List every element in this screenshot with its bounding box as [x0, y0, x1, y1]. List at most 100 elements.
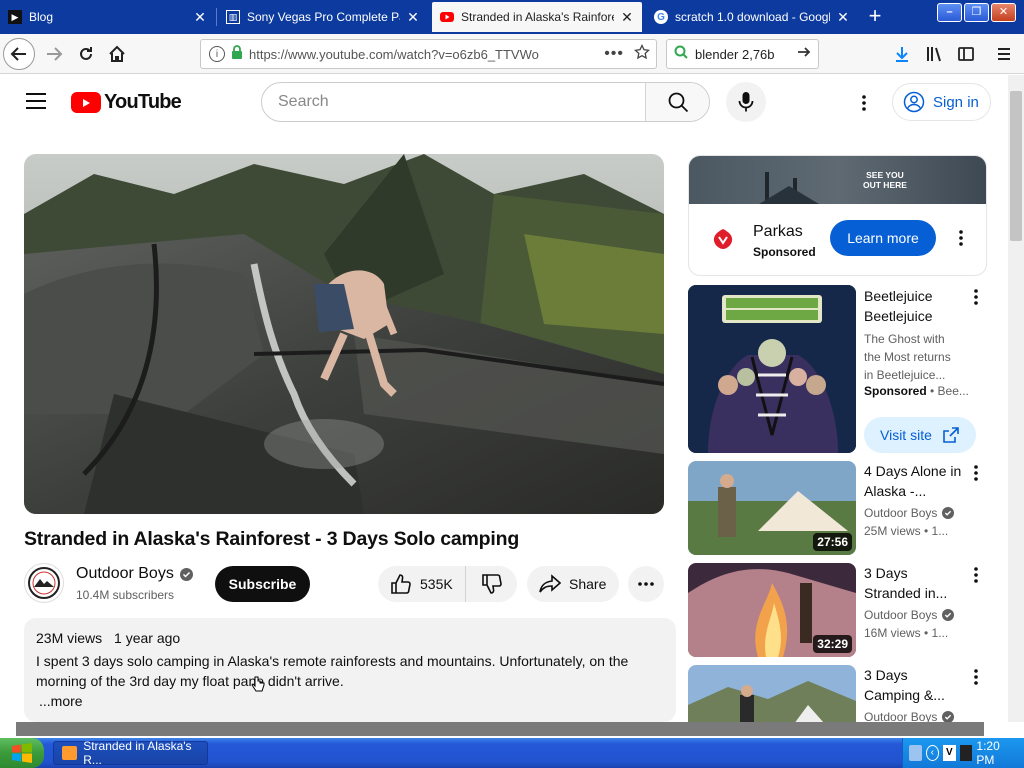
recommended-title[interactable]: 3 Days Stranded in... [864, 563, 964, 603]
video-description[interactable]: 23M views 1 year ago I spent 3 days solo… [24, 618, 676, 722]
close-icon[interactable]: ✕ [620, 9, 634, 26]
subscriber-count: 10.4M subscribers [76, 588, 175, 602]
recommended-title[interactable]: 4 Days Alone in Alaska -... [864, 461, 964, 501]
recommended-video[interactable]: 32:29 3 Days Stranded in... Outdoor Boys… [688, 563, 988, 657]
learn-more-button[interactable]: Learn more [830, 220, 936, 256]
close-icon[interactable]: ✕ [836, 9, 850, 26]
channel-name[interactable]: Outdoor Boys [76, 565, 193, 583]
recommended-more-button[interactable] [966, 463, 986, 483]
ad-card[interactable]: SEE YOU OUT HERE Parkas Sponsored Learn … [688, 155, 987, 276]
home-button[interactable] [101, 38, 133, 70]
more-actions-button[interactable] [628, 566, 664, 602]
recommended-thumbnail[interactable]: 32:29 [688, 563, 856, 657]
library-button[interactable] [918, 38, 950, 70]
channel-name-label: Outdoor Boys [76, 565, 174, 582]
tab-blog[interactable]: ▶ Blog ✕ [0, 2, 215, 32]
new-tab-button[interactable]: + [862, 4, 888, 30]
promo-sponsored-line: Sponsored • Bee... [864, 384, 974, 398]
google-favicon: G [654, 10, 668, 24]
close-window-button[interactable]: ✕ [991, 3, 1016, 22]
promo-title[interactable]: Beetlejuice Beetlejuice [864, 286, 968, 326]
subscribe-button[interactable]: Subscribe [215, 566, 310, 602]
maximize-button[interactable]: ❐ [964, 3, 989, 22]
microphone-icon [738, 92, 754, 112]
voice-search-button[interactable] [726, 82, 766, 122]
thumbs-up-icon [391, 574, 411, 594]
taskbar-clock: 1:20 PM [976, 739, 1000, 767]
tab-google[interactable]: G scratch 1.0 download - Google ✕ [646, 2, 858, 32]
browser-nav-bar: i https://www.youtube.com/watch?v=o6zb6_… [0, 34, 1024, 74]
youtube-play-icon [71, 92, 101, 113]
scrollbar-thumb[interactable] [1010, 91, 1022, 241]
recommended-video[interactable]: 3 Days Camping &... Outdoor Boys [688, 665, 988, 722]
ad-banner-image: SEE YOU OUT HERE [689, 156, 986, 204]
recommended-views: 16M views • 1... [864, 626, 949, 640]
share-button[interactable]: Share [527, 566, 619, 602]
sidebar-icon [958, 47, 974, 61]
horizontal-scrollbar[interactable] [16, 722, 984, 736]
like-button[interactable]: 535K [378, 566, 466, 602]
recommended-more-button[interactable] [966, 565, 986, 585]
gallery-favicon: ▥ [226, 10, 240, 24]
downloads-button[interactable] [886, 38, 918, 70]
volume-icon[interactable] [959, 745, 973, 761]
verified-icon [942, 609, 955, 621]
video-player[interactable] [24, 154, 664, 514]
forward-button[interactable] [38, 38, 70, 70]
back-button[interactable] [3, 38, 35, 70]
description-text: I spent 3 days solo camping in Alaska's … [36, 653, 629, 689]
channel-avatar[interactable] [24, 563, 64, 603]
tab-sony-vegas[interactable]: ▥ Sony Vegas Pro Complete Pack ✕ [218, 2, 428, 32]
video-title: Stranded in Alaska's Rainforest - 3 Days… [24, 528, 520, 550]
guide-menu-icon[interactable] [26, 93, 46, 109]
ad-more-button[interactable] [951, 228, 971, 248]
more-vert-icon [862, 95, 866, 111]
menu-button[interactable] [988, 38, 1020, 70]
star-icon[interactable] [633, 43, 651, 65]
thumbs-down-icon [481, 574, 502, 594]
recommended-thumbnail[interactable]: 27:56 [688, 461, 856, 555]
sign-in-button[interactable]: Sign in [892, 83, 991, 121]
network-icon[interactable] [909, 745, 922, 761]
taskbar-firefox-item[interactable]: Stranded in Alaska's R... [53, 739, 208, 767]
show-more-link[interactable]: ...more [39, 691, 664, 711]
recommended-title[interactable]: 3 Days Camping &... [864, 665, 964, 705]
promo-more-button[interactable] [966, 287, 986, 307]
app-tray-icon[interactable]: V [942, 745, 956, 761]
close-icon[interactable]: ✕ [406, 9, 420, 26]
chevron-left-icon[interactable]: ‹ [925, 745, 939, 761]
hand-cursor-icon [251, 676, 265, 692]
browser-search-box[interactable]: blender 2,76b [666, 39, 819, 69]
recommended-video[interactable]: 27:56 4 Days Alone in Alaska -... Outdoo… [688, 461, 988, 555]
youtube-logo[interactable]: YouTube [71, 91, 182, 114]
search-icon [668, 92, 688, 113]
go-arrow-icon[interactable] [796, 44, 812, 65]
beetlejuice-poster [688, 285, 856, 453]
recommended-thumbnail[interactable] [688, 665, 856, 722]
minimize-button[interactable]: – [937, 3, 962, 22]
youtube-search-button[interactable] [645, 83, 709, 121]
more-vert-icon [959, 230, 963, 246]
reload-button[interactable] [70, 38, 102, 70]
dislike-button[interactable] [466, 566, 517, 602]
youtube-search-input[interactable]: Search [262, 83, 645, 121]
tab-youtube-active[interactable]: Stranded in Alaska's Rainforest ✕ [432, 2, 642, 32]
recommended-more-button[interactable] [966, 667, 986, 687]
url-bar[interactable]: i https://www.youtube.com/watch?v=o6zb6_… [200, 39, 657, 69]
home-icon [109, 45, 125, 62]
vertical-scrollbar[interactable] [1008, 75, 1024, 722]
promo-thumbnail[interactable] [688, 285, 856, 453]
video-frame [24, 154, 664, 514]
info-icon[interactable]: i [209, 46, 225, 62]
visit-site-button[interactable]: Visit site [864, 417, 976, 453]
video-duration: 27:56 [813, 533, 852, 551]
system-tray: ‹ V 1:20 PM [902, 738, 1024, 768]
taskbar-item-label: Stranded in Alaska's R... [83, 739, 192, 767]
close-icon[interactable]: ✕ [193, 9, 207, 26]
settings-more-button[interactable] [852, 91, 876, 115]
sidebar-button[interactable] [950, 38, 982, 70]
blog-favicon: ▶ [8, 10, 22, 24]
page-actions-icon[interactable]: ••• [604, 45, 624, 63]
reload-icon [80, 47, 92, 60]
start-button[interactable] [0, 738, 44, 768]
